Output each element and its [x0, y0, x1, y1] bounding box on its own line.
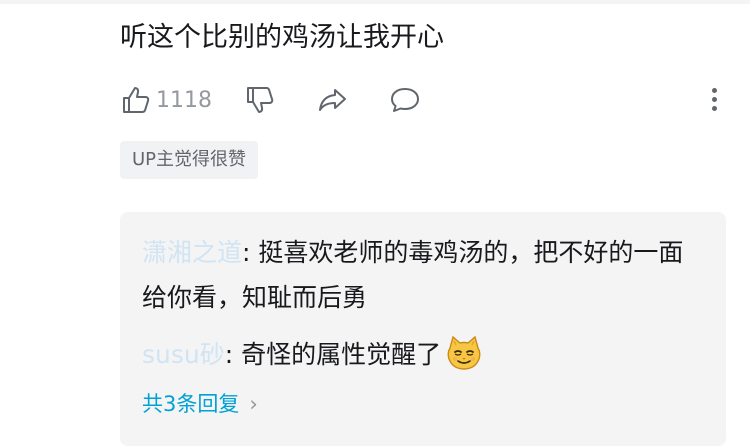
like-button[interactable]: 1118	[120, 80, 212, 120]
up-liked-badge: UP主觉得很赞	[120, 141, 259, 179]
reply-separator: :	[224, 340, 242, 369]
thumbs-up-icon	[120, 84, 152, 116]
top-divider	[0, 0, 750, 4]
view-all-replies-link[interactable]: 共3条回复 ›	[142, 387, 258, 421]
dislike-button[interactable]	[244, 80, 276, 120]
smug-cat-emoji-icon	[445, 334, 483, 372]
reply-button[interactable]	[388, 80, 422, 120]
thumbs-down-icon	[244, 84, 276, 116]
view-all-replies-label: 共3条回复	[142, 392, 240, 416]
comment-text: 听这个比别的鸡汤让我开心	[120, 22, 444, 53]
chevron-right-icon: ›	[249, 392, 258, 416]
reply-item: 潇湘之道: 挺喜欢老师的毒鸡汤的，把不好的一面给你看，知耻而后勇	[142, 230, 702, 320]
more-vertical-icon	[702, 88, 726, 111]
reply-username[interactable]: susu砂	[142, 340, 225, 369]
reply-separator: :	[242, 238, 259, 267]
share-icon	[316, 84, 350, 116]
more-options-button[interactable]	[702, 86, 726, 114]
reply-preview-box: 潇湘之道: 挺喜欢老师的毒鸡汤的，把不好的一面给你看，知耻而后勇 susu砂: …	[120, 212, 726, 446]
comment-actions: 1118	[120, 80, 726, 120]
share-button[interactable]	[316, 80, 350, 120]
reply-username[interactable]: 潇湘之道	[142, 238, 242, 267]
comment-body: 听这个比别的鸡汤让我开心	[120, 16, 726, 60]
reply-item: susu砂: 奇怪的属性觉醒了	[142, 332, 702, 377]
like-count: 1118	[156, 87, 212, 113]
comment-icon	[388, 84, 422, 116]
reply-text: 奇怪的属性觉醒了	[241, 340, 442, 369]
